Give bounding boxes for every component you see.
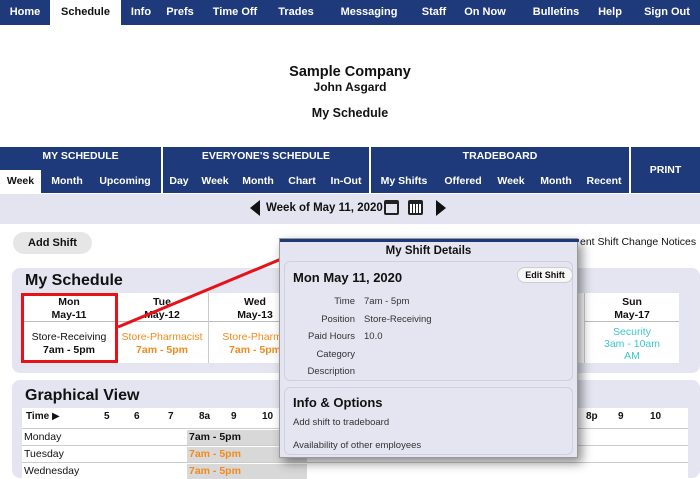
shift-details-popup: My Shift Details Mon May 11, 2020 Edit S…	[279, 238, 579, 458]
shift-card: Mon May 11, 2020 Edit Shift Time 7am - 5…	[284, 261, 573, 381]
field-label: Position	[321, 314, 355, 325]
popup-topline	[280, 239, 579, 242]
field-value: Store-Receiving	[364, 314, 432, 325]
field-label: Paid Hours	[308, 331, 355, 342]
field-value: 7am - 5pm	[364, 296, 410, 307]
option-add-to-tradeboard[interactable]: Add shift to tradeboard	[293, 417, 389, 428]
arrow-line	[117, 255, 287, 329]
info-options-title: Info & Options	[293, 395, 383, 410]
field-label: Description	[307, 366, 355, 377]
shift-date: Mon May 11, 2020	[293, 270, 403, 285]
field-label: Time	[334, 296, 355, 307]
field-label: Category	[316, 349, 355, 360]
info-options-card: Info & Options Add shift to tradeboard A…	[284, 387, 573, 455]
edit-shift-button[interactable]: Edit Shift	[517, 267, 573, 283]
option-availability[interactable]: Availability of other employees	[293, 440, 421, 451]
field-value: 10.0	[364, 331, 383, 342]
popup-title: My Shift Details	[385, 245, 472, 257]
